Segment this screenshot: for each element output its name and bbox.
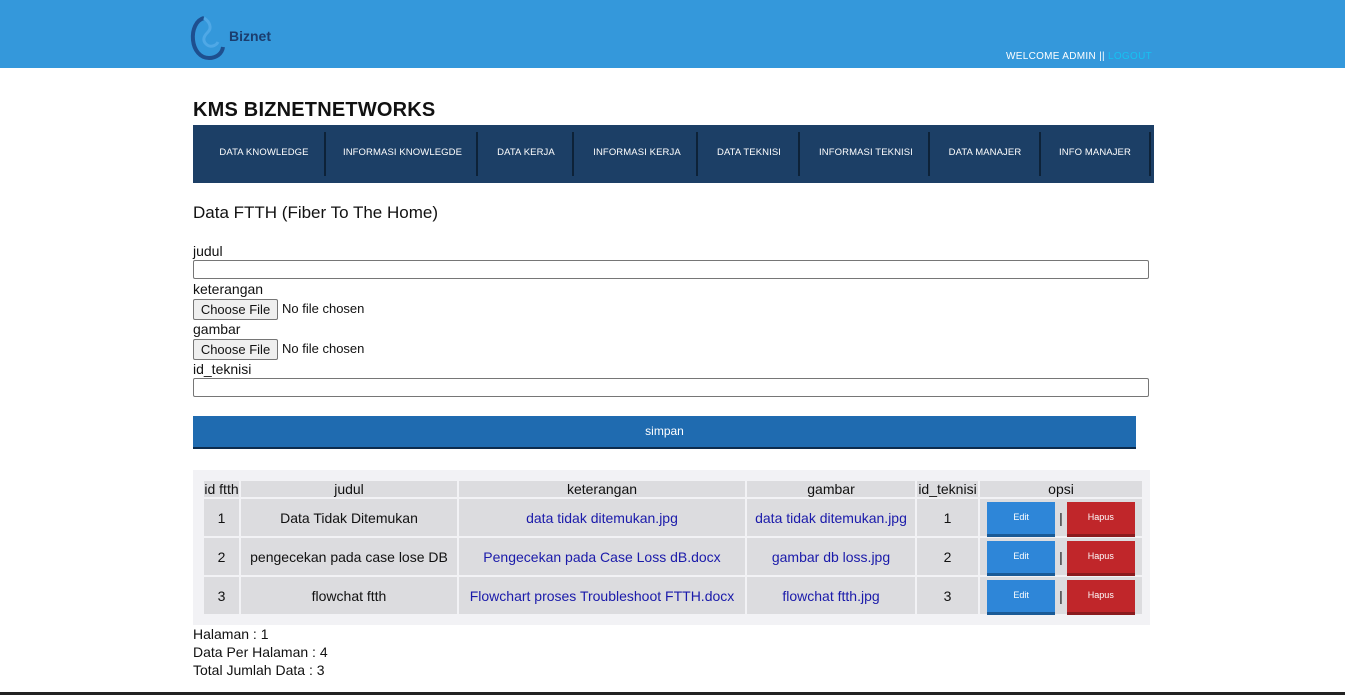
biznet-logo[interactable]: Biznet bbox=[190, 14, 280, 62]
welcome-label: WELCOME ADMIN || bbox=[1006, 51, 1108, 62]
top-header-bar: Biznet WELCOME ADMIN || LOGOUT bbox=[0, 0, 1345, 68]
nav-divider bbox=[1149, 132, 1151, 176]
keterangan-file-link[interactable]: Flowchart proses Troubleshoot FTTH.docx bbox=[470, 588, 735, 604]
per-page-text: Data Per Halaman : 4 bbox=[193, 644, 328, 660]
cell-opsi: Edit | Hapus bbox=[980, 577, 1142, 615]
total-data-text: Total Jumlah Data : 3 bbox=[193, 662, 325, 678]
ftth-data-table: id ftth judul keterangan gambar id_tekni… bbox=[202, 479, 1144, 616]
nav-informasi-teknisi[interactable]: INFORMASI TEKNISI bbox=[808, 125, 924, 183]
main-navbar: DATA KNOWLEDGE INFORMASI KNOWLEGDE DATA … bbox=[193, 125, 1154, 183]
col-header-gambar: gambar bbox=[747, 481, 915, 497]
delete-button[interactable]: Hapus bbox=[1066, 502, 1135, 537]
action-separator: | bbox=[1059, 548, 1063, 565]
action-separator: | bbox=[1059, 587, 1063, 604]
cell-keterangan: data tidak ditemukan.jpg bbox=[459, 499, 745, 536]
cell-id-teknisi: 1 bbox=[917, 499, 978, 536]
cell-gambar: flowchat ftth.jpg bbox=[747, 577, 915, 614]
cell-id-teknisi: 3 bbox=[917, 577, 978, 614]
cell-id: 2 bbox=[204, 538, 239, 575]
nav-divider bbox=[324, 132, 326, 176]
judul-label: judul bbox=[193, 243, 223, 259]
page-number-text: Halaman : 1 bbox=[193, 626, 269, 642]
table-row: 1 Data Tidak Ditemukan data tidak ditemu… bbox=[204, 499, 1142, 537]
gambar-choose-file-button[interactable]: Choose File bbox=[193, 339, 278, 360]
welcome-text: WELCOME ADMIN || LOGOUT bbox=[1006, 51, 1152, 62]
gambar-file-link[interactable]: data tidak ditemukan.jpg bbox=[755, 510, 907, 526]
gambar-file-link[interactable]: gambar db loss.jpg bbox=[772, 549, 890, 565]
delete-button[interactable]: Hapus bbox=[1066, 580, 1135, 615]
nav-data-teknisi[interactable]: DATA TEKNISI bbox=[706, 125, 792, 183]
keterangan-file-link[interactable]: data tidak ditemukan.jpg bbox=[526, 510, 678, 526]
keterangan-file-status: No file chosen bbox=[282, 301, 365, 316]
keterangan-label: keterangan bbox=[193, 281, 264, 297]
nav-divider bbox=[696, 132, 698, 176]
nav-divider bbox=[572, 132, 574, 176]
gambar-label: gambar bbox=[193, 321, 241, 337]
cell-gambar: gambar db loss.jpg bbox=[747, 538, 915, 575]
nav-informasi-kerja[interactable]: INFORMASI KERJA bbox=[582, 125, 692, 183]
table-row: 3 flowchat ftth Flowchart proses Trouble… bbox=[204, 577, 1142, 615]
logout-link[interactable]: LOGOUT bbox=[1108, 51, 1152, 62]
edit-button[interactable]: Edit bbox=[987, 580, 1056, 615]
cell-keterangan: Pengecekan pada Case Loss dB.docx bbox=[459, 538, 745, 575]
nav-info-manajer[interactable]: INFO MANAJER bbox=[1049, 125, 1141, 183]
data-table-panel: id ftth judul keterangan gambar id_tekni… bbox=[193, 470, 1150, 625]
id-teknisi-input[interactable] bbox=[193, 378, 1149, 397]
col-header-opsi: opsi bbox=[980, 481, 1142, 497]
col-header-id-teknisi: id_teknisi bbox=[917, 481, 978, 497]
keterangan-file-link[interactable]: Pengecekan pada Case Loss dB.docx bbox=[483, 549, 720, 565]
cell-opsi: Edit | Hapus bbox=[980, 538, 1142, 576]
keterangan-choose-file-button[interactable]: Choose File bbox=[193, 299, 278, 320]
table-header-row: id ftth judul keterangan gambar id_tekni… bbox=[204, 481, 1142, 497]
nav-informasi-knowledge[interactable]: INFORMASI KNOWLEGDE bbox=[334, 125, 471, 183]
gambar-file-link[interactable]: flowchat ftth.jpg bbox=[782, 588, 879, 604]
cell-id: 1 bbox=[204, 499, 239, 536]
gambar-file-status: No file chosen bbox=[282, 341, 365, 356]
edit-button[interactable]: Edit bbox=[987, 541, 1056, 576]
cell-judul: flowchat ftth bbox=[241, 577, 457, 614]
edit-button[interactable]: Edit bbox=[987, 502, 1056, 537]
action-separator: | bbox=[1059, 509, 1063, 526]
save-button[interactable]: simpan bbox=[193, 416, 1136, 449]
logo-text: Biznet bbox=[229, 28, 271, 44]
nav-data-kerja[interactable]: DATA KERJA bbox=[486, 125, 566, 183]
cell-judul: Data Tidak Ditemukan bbox=[241, 499, 457, 536]
nav-data-manajer[interactable]: DATA MANAJER bbox=[938, 125, 1032, 183]
col-header-id: id ftth bbox=[204, 481, 239, 497]
cell-id-teknisi: 2 bbox=[917, 538, 978, 575]
cell-id: 3 bbox=[204, 577, 239, 614]
cell-keterangan: Flowchart proses Troubleshoot FTTH.docx bbox=[459, 577, 745, 614]
cell-opsi: Edit | Hapus bbox=[980, 499, 1142, 537]
nav-data-knowledge[interactable]: DATA KNOWLEDGE bbox=[212, 125, 316, 183]
id-teknisi-label: id_teknisi bbox=[193, 361, 252, 377]
cell-gambar: data tidak ditemukan.jpg bbox=[747, 499, 915, 536]
nav-divider bbox=[798, 132, 800, 176]
nav-divider bbox=[928, 132, 930, 176]
cell-judul: pengecekan pada case lose DB bbox=[241, 538, 457, 575]
col-header-judul: judul bbox=[241, 481, 457, 497]
nav-divider bbox=[1039, 132, 1041, 176]
page-heading: Data FTTH (Fiber To The Home) bbox=[193, 203, 438, 222]
table-row: 2 pengecekan pada case lose DB Pengeceka… bbox=[204, 538, 1142, 576]
site-title: KMS BIZNETNETWORKS bbox=[193, 99, 436, 121]
judul-input[interactable] bbox=[193, 260, 1149, 279]
biznet-logo-icon bbox=[190, 16, 225, 61]
col-header-keterangan: keterangan bbox=[459, 481, 745, 497]
nav-divider bbox=[476, 132, 478, 176]
delete-button[interactable]: Hapus bbox=[1066, 541, 1135, 576]
